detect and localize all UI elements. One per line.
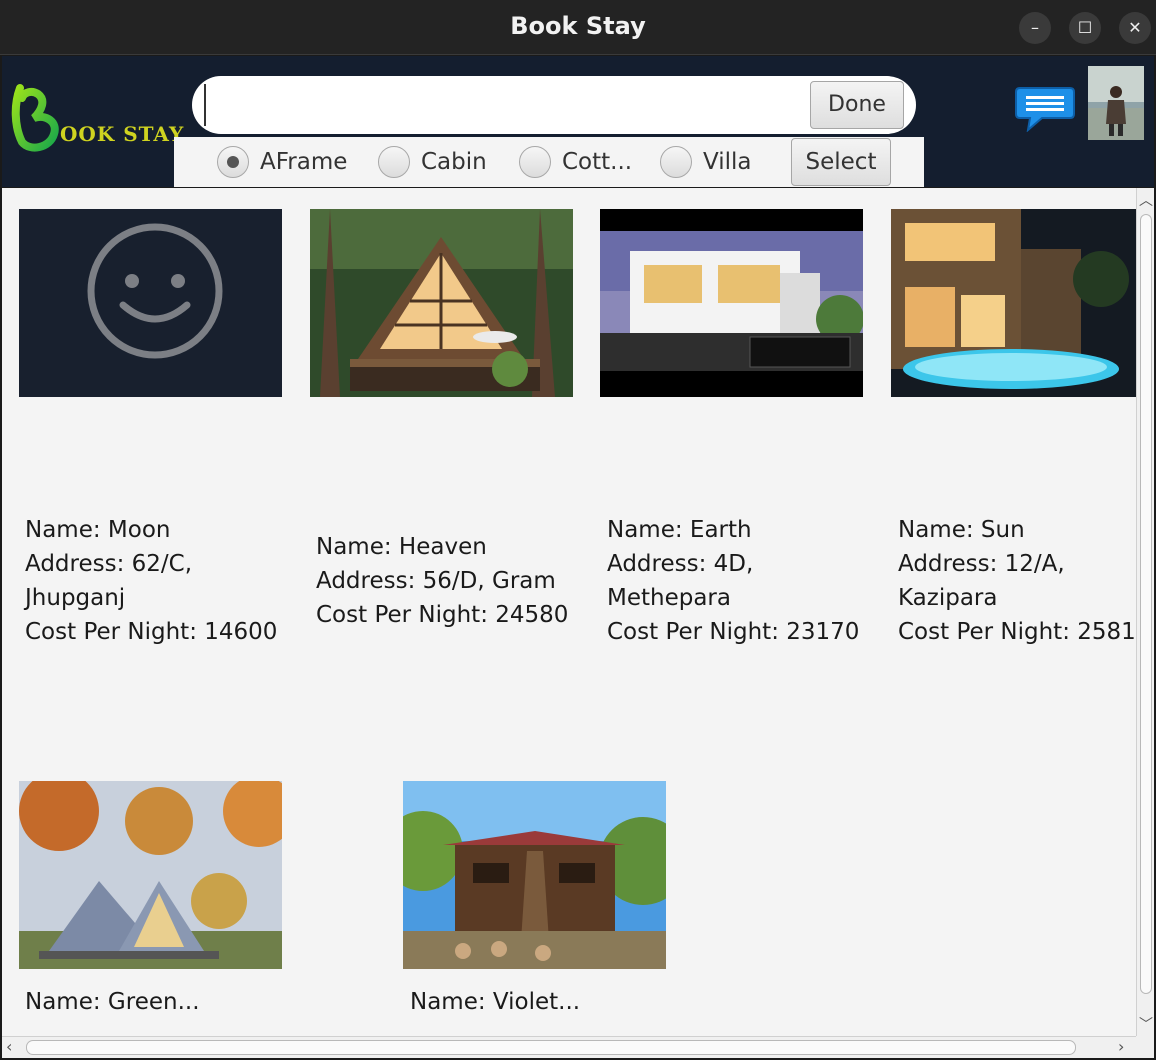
listing-cost: Cost Per Night: 24580 xyxy=(316,602,569,628)
listing-name: Name: Moon xyxy=(25,517,171,543)
listing-info-earth: Name: Earth Address: 4D, Methepara Cost … xyxy=(607,513,859,649)
listing-address: Address: 12/A, xyxy=(898,551,1065,577)
close-icon: ✕ xyxy=(1128,18,1142,37)
maximize-icon: ☐ xyxy=(1077,18,1093,37)
listing-address: Address: 56/D, Gram xyxy=(316,568,556,594)
smiley-placeholder-icon xyxy=(19,209,282,397)
horizontal-scrollbar[interactable]: ‹ › xyxy=(2,1036,1136,1058)
category-radio-group: AFrame Cabin Cott... Villa Select xyxy=(174,137,924,187)
listing-name: Name: Green... xyxy=(25,989,200,1015)
listing-name: Name: Sun xyxy=(898,517,1025,543)
listing-cost: Cost Per Night: 2581( xyxy=(898,619,1136,645)
listing-name: Name: Heaven xyxy=(316,534,487,560)
scroll-down-icon[interactable]: ﹀ xyxy=(1137,1014,1155,1034)
radio-indicator[interactable] xyxy=(217,146,249,178)
radio-indicator[interactable] xyxy=(660,146,692,178)
listing-address-line2: Jhupganj xyxy=(25,585,126,611)
modern-duplex-photo xyxy=(600,209,863,397)
listing-image-sun[interactable] xyxy=(891,209,1136,397)
listing-address: Address: 62/C, xyxy=(25,551,193,577)
radio-indicator[interactable] xyxy=(378,146,410,178)
minimize-button[interactable]: – xyxy=(1019,12,1051,44)
listing-grid: Name: Moon Address: 62/C, Jhupganj Cost … xyxy=(2,188,1136,1036)
maximize-button[interactable]: ☐ xyxy=(1069,12,1101,44)
vertical-scroll-thumb[interactable] xyxy=(1140,214,1152,994)
listing-info-moon: Name: Moon Address: 62/C, Jhupganj Cost … xyxy=(25,513,277,649)
search-bar: Done xyxy=(192,76,916,134)
listing-info-violet: Name: Violet... xyxy=(410,985,580,1019)
horizontal-scroll-thumb[interactable] xyxy=(26,1040,1076,1055)
aframe-house-photo xyxy=(310,209,573,397)
listing-address-line2: Methepara xyxy=(607,585,731,611)
radio-villa[interactable]: Villa xyxy=(660,145,752,179)
search-input[interactable] xyxy=(204,84,794,126)
radio-label: Cott... xyxy=(562,149,633,175)
radio-label: Cabin xyxy=(421,149,487,175)
window-title: Book Stay xyxy=(510,12,646,40)
listing-cost: Cost Per Night: 23170 xyxy=(607,619,860,645)
scroll-up-icon[interactable]: ︿ xyxy=(1137,190,1155,210)
listing-name: Name: Violet... xyxy=(410,989,581,1015)
wooden-cottage-photo xyxy=(403,781,666,969)
radio-cottage[interactable]: Cott... xyxy=(519,145,632,179)
listing-info-heaven: Name: Heaven Address: 56/D, Gram Cost Pe… xyxy=(316,530,568,632)
listing-address-line2: Kazipara xyxy=(898,585,998,611)
app-header: OOK STAY Done AFrame Cabin Cott... Villa… xyxy=(2,56,1154,187)
aframe-autumn-photo xyxy=(19,781,282,969)
listing-image-earth[interactable] xyxy=(600,209,863,397)
radio-cabin[interactable]: Cabin xyxy=(378,145,487,179)
window-titlebar: Book Stay – ☐ ✕ xyxy=(0,0,1156,55)
listing-image-heaven[interactable] xyxy=(310,209,573,397)
radio-label: AFrame xyxy=(260,149,348,175)
listing-info-sun: Name: Sun Address: 12/A, Kazipara Cost P… xyxy=(898,513,1136,649)
listing-address: Address: 4D, xyxy=(607,551,754,577)
listing-image-green[interactable] xyxy=(19,781,282,969)
listing-image-violet[interactable] xyxy=(403,781,666,969)
listing-cost: Cost Per Night: 14600 xyxy=(25,619,278,645)
villa-pool-photo xyxy=(891,209,1136,397)
listing-info-green: Name: Green... xyxy=(25,985,200,1019)
user-avatar[interactable] xyxy=(1088,66,1144,140)
radio-label: Villa xyxy=(703,149,752,175)
minimize-icon: – xyxy=(1031,18,1039,37)
chat-bubble-icon[interactable] xyxy=(1014,84,1076,132)
done-button[interactable]: Done xyxy=(810,81,904,129)
vertical-scrollbar[interactable]: ︿ ﹀ xyxy=(1136,188,1154,1036)
close-button[interactable]: ✕ xyxy=(1119,12,1151,44)
listing-name: Name: Earth xyxy=(607,517,752,543)
scroll-corner xyxy=(1136,1036,1154,1058)
radio-aframe[interactable]: AFrame xyxy=(217,145,347,179)
scroll-right-icon[interactable]: › xyxy=(1118,1037,1124,1056)
logo-text: OOK STAY xyxy=(60,122,185,146)
select-button[interactable]: Select xyxy=(791,138,891,186)
scroll-left-icon[interactable]: ‹ xyxy=(6,1037,12,1056)
listing-image-moon[interactable] xyxy=(19,209,282,397)
radio-indicator[interactable] xyxy=(519,146,551,178)
